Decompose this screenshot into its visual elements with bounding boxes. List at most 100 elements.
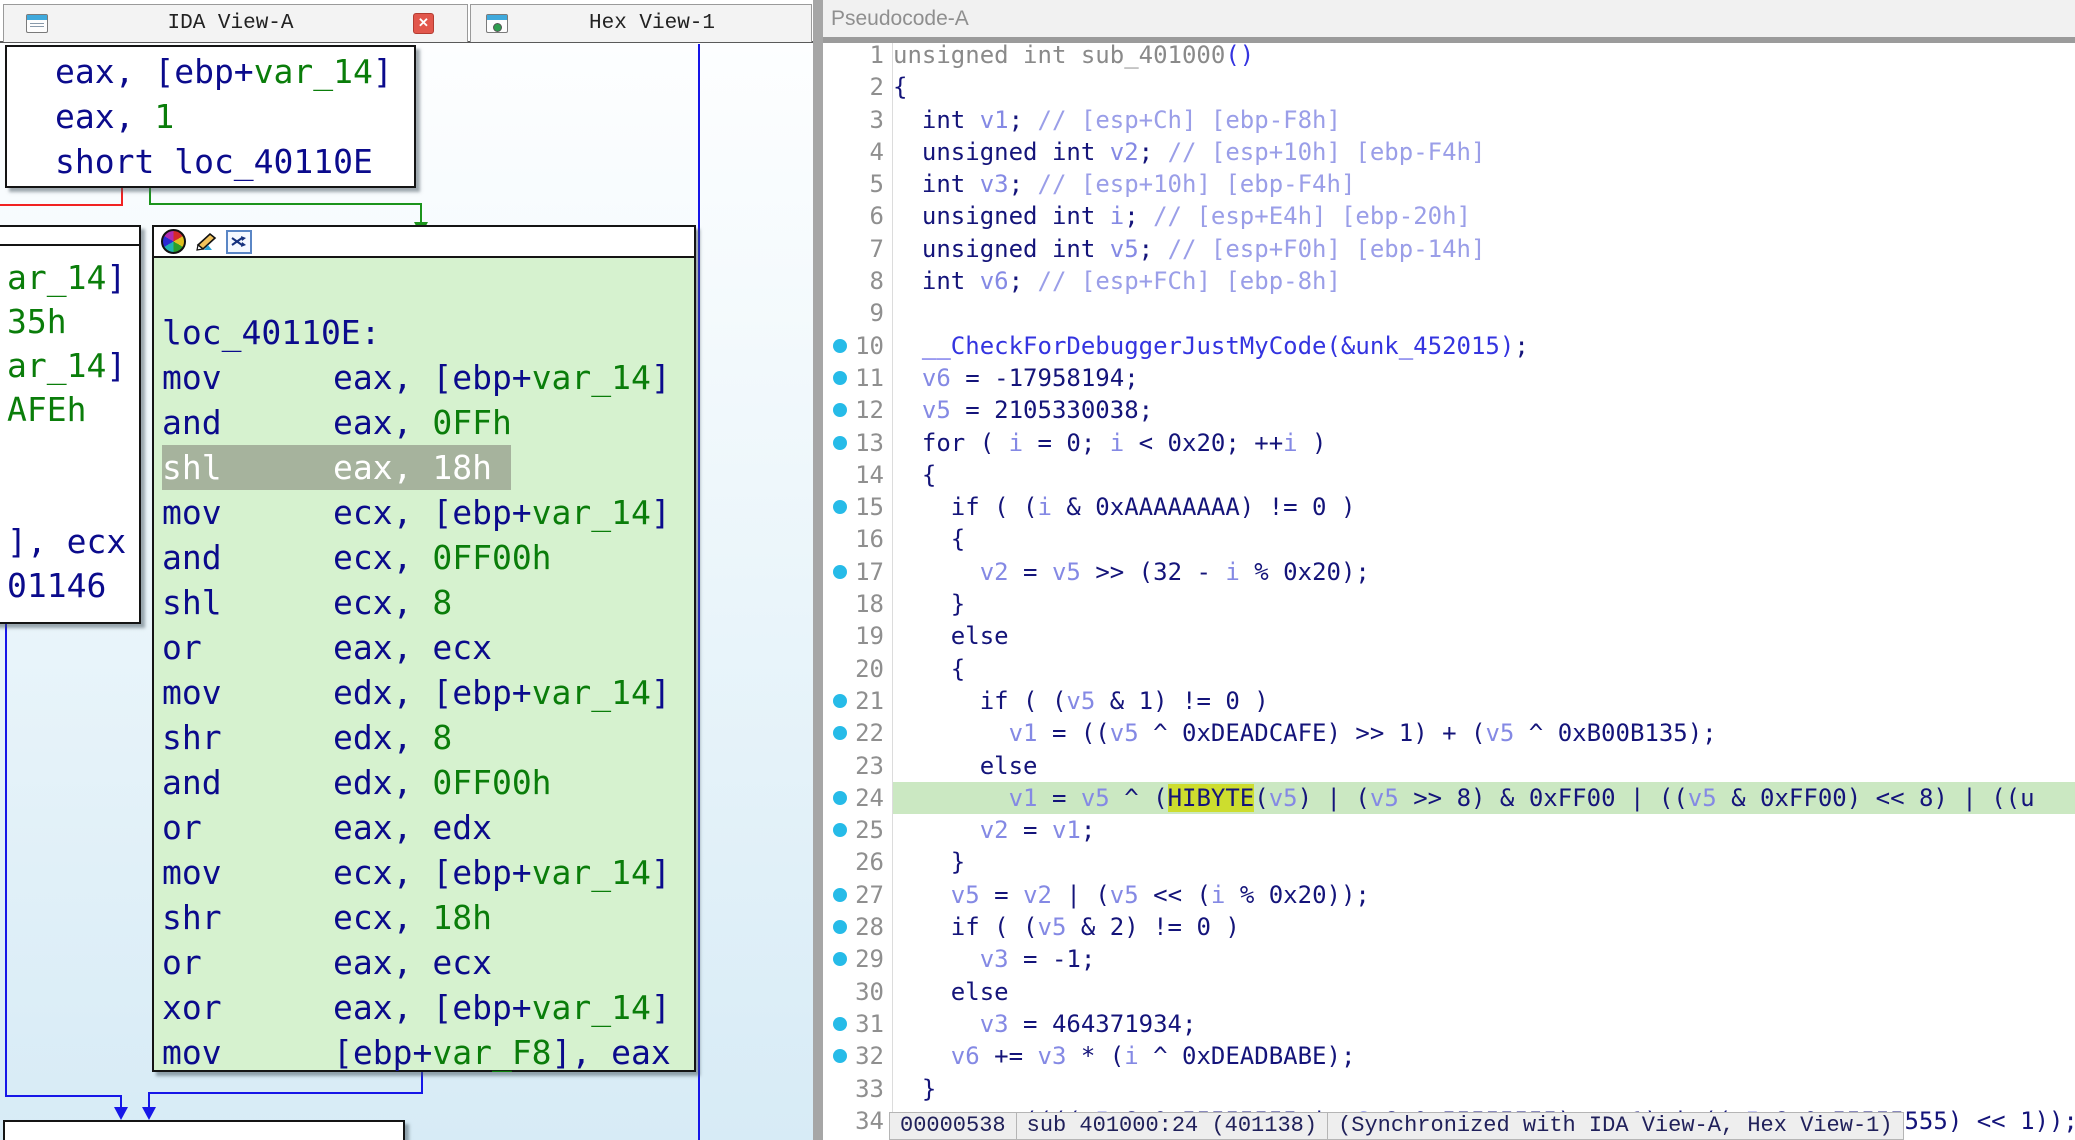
code-text[interactable]: } xyxy=(893,846,2075,878)
asm-line[interactable]: short loc_40110E xyxy=(55,139,414,184)
pseudocode-line-30[interactable]: 30 else xyxy=(823,976,2075,1008)
pseudocode-line-10[interactable]: 10 __CheckForDebuggerJustMyCode(&unk_452… xyxy=(823,330,2075,362)
tab-hex-view-1[interactable]: Hex View-1 xyxy=(470,4,812,42)
pseudocode-line-26[interactable]: 26 } xyxy=(823,846,2075,878)
pseudocode-line-1[interactable]: 1unsigned int sub_401000() xyxy=(823,43,2075,71)
asm-line[interactable]: 01146 xyxy=(7,564,139,608)
code-text[interactable]: { xyxy=(893,71,2075,103)
asm-instruction-line[interactable]: movedx, [ebp+var_14] xyxy=(162,670,694,715)
code-text[interactable]: { xyxy=(893,459,2075,491)
pseudocode-line-17[interactable]: 17 v2 = v5 >> (32 - i % 0x20); xyxy=(823,556,2075,588)
code-text[interactable]: else xyxy=(893,620,2075,652)
asm-instruction-line[interactable]: shrecx, 18h xyxy=(162,895,694,940)
code-text[interactable]: v3 = -1; xyxy=(893,943,2075,975)
asm-instruction-line[interactable]: oreax, ecx xyxy=(162,940,694,985)
close-icon[interactable]: ✕ xyxy=(413,13,434,34)
tab-ida-view-a[interactable]: IDA View-A ✕ xyxy=(3,4,468,42)
asm-instruction-line[interactable]: shlecx, 8 xyxy=(162,580,694,625)
shuffle-arrows-icon[interactable] xyxy=(226,230,252,254)
pseudocode-line-32[interactable]: 32 v6 += v3 * (i ^ 0xDEADBABE); xyxy=(823,1040,2075,1072)
asm-line[interactable]: 35h xyxy=(7,300,139,344)
asm-instruction-line[interactable]: oreax, ecx xyxy=(162,625,694,670)
asm-instruction-line[interactable]: mov[ebp+var_F8], eax xyxy=(162,1030,694,1075)
pseudocode-line-20[interactable]: 20 { xyxy=(823,653,2075,685)
pseudocode-line-6[interactable]: 6 unsigned int i; // [esp+E4h] [ebp-20h] xyxy=(823,200,2075,232)
code-text[interactable]: if ( (i & 0xAAAAAAAA) != 0 ) xyxy=(893,491,2075,523)
code-text[interactable]: unsigned int sub_401000() xyxy=(893,43,2075,71)
pseudocode-line-18[interactable]: 18 } xyxy=(823,588,2075,620)
asm-instruction-line[interactable]: andedx, 0FF00h xyxy=(162,760,694,805)
code-text[interactable]: int v3; // [esp+10h] [ebp-F4h] xyxy=(893,168,2075,200)
code-text[interactable]: unsigned int v5; // [esp+F0h] [ebp-14h] xyxy=(893,233,2075,265)
code-text[interactable]: v5 = v2 | (v5 << (i % 0x20)); xyxy=(893,879,2075,911)
pane-splitter[interactable] xyxy=(813,0,823,1140)
code-text[interactable]: } xyxy=(893,1073,2075,1105)
code-text[interactable]: if ( (v5 & 1) != 0 ) xyxy=(893,685,2075,717)
asm-instruction-line[interactable]: moveax, [ebp+var_14] xyxy=(162,355,694,400)
pseudocode-line-8[interactable]: 8 int v6; // [esp+FCh] [ebp-8h] xyxy=(823,265,2075,297)
asm-line[interactable]: eax, [ebp+var_14] xyxy=(55,49,414,94)
asm-instruction-line[interactable]: movecx, [ebp+var_14] xyxy=(162,850,694,895)
pseudocode-line-5[interactable]: 5 int v3; // [esp+10h] [ebp-F4h] xyxy=(823,168,2075,200)
basic-block-bottom-clipped[interactable] xyxy=(3,1120,405,1140)
code-text[interactable] xyxy=(893,297,2075,329)
code-text[interactable]: v6 += v3 * (i ^ 0xDEADBABE); xyxy=(893,1040,2075,1072)
pseudocode-line-19[interactable]: 19 else xyxy=(823,620,2075,652)
code-text[interactable]: v2 = v5 >> (32 - i % 0x20); xyxy=(893,556,2075,588)
basic-block-top[interactable]: eax, [ebp+var_14]eax, 1short loc_40110E xyxy=(5,45,416,188)
asm-label-line[interactable]: loc_40110E: xyxy=(162,310,694,355)
code-text[interactable]: for ( i = 0; i < 0x20; ++i ) xyxy=(893,427,2075,459)
pseudocode-line-9[interactable]: 9 xyxy=(823,297,2075,329)
pseudocode-line-14[interactable]: 14 { xyxy=(823,459,2075,491)
code-text[interactable]: v6 = -17958194; xyxy=(893,362,2075,394)
code-text[interactable]: v5 = 2105330038; xyxy=(893,394,2075,426)
pseudocode-line-28[interactable]: 28 if ( (v5 & 2) != 0 ) xyxy=(823,911,2075,943)
pseudocode-line-3[interactable]: 3 int v1; // [esp+Ch] [ebp-F8h] xyxy=(823,104,2075,136)
pseudocode-line-7[interactable]: 7 unsigned int v5; // [esp+F0h] [ebp-14h… xyxy=(823,233,2075,265)
asm-instruction-line[interactable]: andecx, 0FF00h xyxy=(162,535,694,580)
asm-instruction-line[interactable]: movecx, [ebp+var_14] xyxy=(162,490,694,535)
asm-instruction-line[interactable]: xoreax, [ebp+var_14] xyxy=(162,985,694,1030)
code-text[interactable]: unsigned int i; // [esp+E4h] [ebp-20h] xyxy=(893,200,2075,232)
code-text[interactable]: int v6; // [esp+FCh] [ebp-8h] xyxy=(893,265,2075,297)
code-text[interactable]: } xyxy=(893,588,2075,620)
pseudocode-line-29[interactable]: 29 v3 = -1; xyxy=(823,943,2075,975)
asm-line[interactable]: eax, 1 xyxy=(55,94,414,139)
pseudocode-line-22[interactable]: 22 v1 = ((v5 ^ 0xDEADCAFE) >> 1) + (v5 ^… xyxy=(823,717,2075,749)
edit-pencil-icon[interactable] xyxy=(194,222,218,261)
pseudocode-view[interactable]: 1unsigned int sub_401000()2{3 int v1; //… xyxy=(823,43,2075,1140)
code-text[interactable]: int v1; // [esp+Ch] [ebp-F8h] xyxy=(893,104,2075,136)
pseudocode-line-12[interactable]: 12 v5 = 2105330038; xyxy=(823,394,2075,426)
asm-instruction-line[interactable]: shleax, 18h xyxy=(162,445,511,490)
asm-line[interactable] xyxy=(7,476,139,520)
asm-instruction-line[interactable]: oreax, edx xyxy=(162,805,694,850)
pseudocode-line-27[interactable]: 27 v5 = v2 | (v5 << (i % 0x20)); xyxy=(823,879,2075,911)
pseudocode-line-33[interactable]: 33 } xyxy=(823,1073,2075,1105)
asm-line[interactable]: ar_14] xyxy=(7,256,139,300)
code-text[interactable]: if ( (v5 & 2) != 0 ) xyxy=(893,911,2075,943)
code-text[interactable]: { xyxy=(893,653,2075,685)
asm-line[interactable]: ar_14] xyxy=(7,344,139,388)
pseudocode-line-25[interactable]: 25 v2 = v1; xyxy=(823,814,2075,846)
asm-instruction-line[interactable]: andeax, 0FFh xyxy=(162,400,694,445)
asm-instruction-line[interactable]: shredx, 8 xyxy=(162,715,694,760)
code-text[interactable]: { xyxy=(893,523,2075,555)
asm-line[interactable]: ], ecx xyxy=(7,520,139,564)
basic-block-left-clipped[interactable]: ar_14]35har_14]AFEh], ecx01146 xyxy=(0,225,141,624)
code-text[interactable]: v1 = ((v5 ^ 0xDEADCAFE) >> 1) + (v5 ^ 0x… xyxy=(893,717,2075,749)
asm-line[interactable] xyxy=(7,432,139,476)
code-text[interactable]: else xyxy=(893,976,2075,1008)
pseudocode-line-23[interactable]: 23 else xyxy=(823,750,2075,782)
pseudocode-line-16[interactable]: 16 { xyxy=(823,523,2075,555)
code-text[interactable]: v2 = v1; xyxy=(893,814,2075,846)
pseudocode-line-2[interactable]: 2{ xyxy=(823,71,2075,103)
color-wheel-icon[interactable] xyxy=(161,229,186,254)
pseudocode-line-11[interactable]: 11 v6 = -17958194; xyxy=(823,362,2075,394)
pseudocode-line-21[interactable]: 21 if ( (v5 & 1) != 0 ) xyxy=(823,685,2075,717)
graph-view[interactable]: eax, [ebp+var_14]eax, 1short loc_40110E … xyxy=(0,43,823,1140)
code-text[interactable]: unsigned int v2; // [esp+10h] [ebp-F4h] xyxy=(893,136,2075,168)
pseudocode-line-24[interactable]: 24 v1 = v5 ^ (HIBYTE(v5) | (v5 >> 8) & 0… xyxy=(823,782,2075,814)
pseudocode-line-31[interactable]: 31 v3 = 464371934; xyxy=(823,1008,2075,1040)
code-text[interactable]: v3 = 464371934; xyxy=(893,1008,2075,1040)
asm-line[interactable]: AFEh xyxy=(7,388,139,432)
